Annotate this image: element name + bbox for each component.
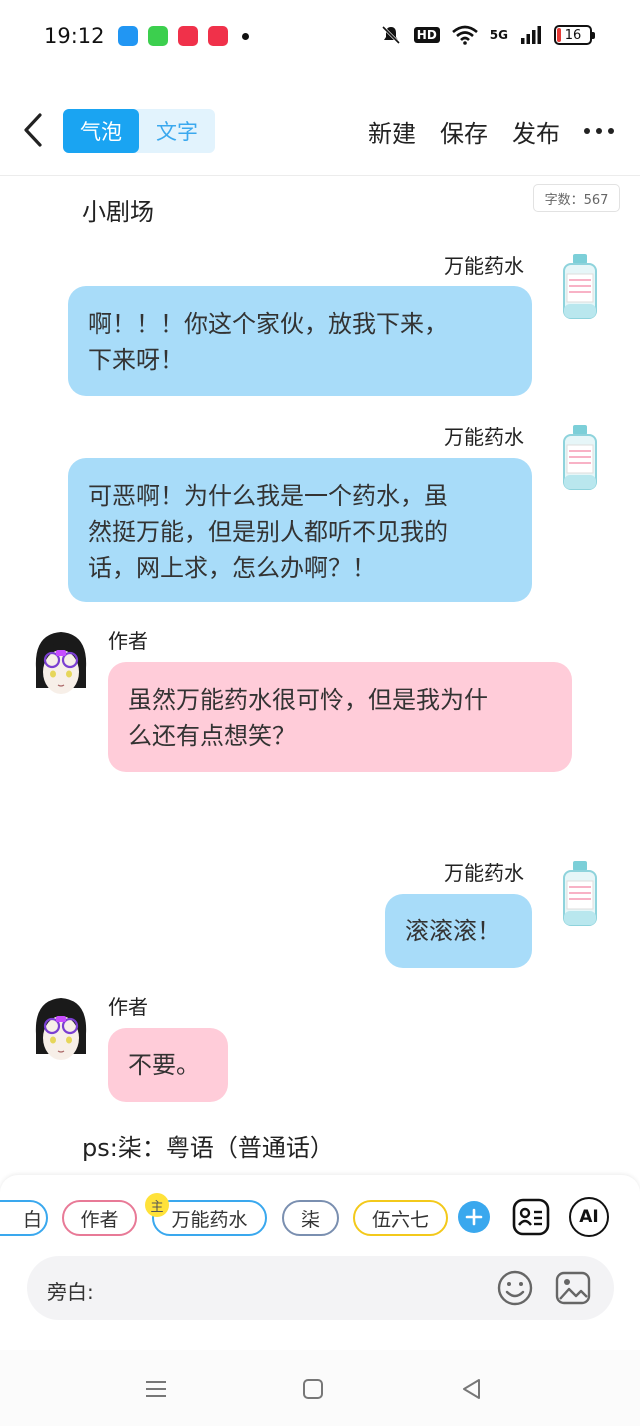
role-chip-author[interactable]: 作者 — [62, 1200, 137, 1236]
message-bubble[interactable]: 可恶啊！为什么我是一个药水，虽 然挺万能，但是别人都听不见我的 话，网上求，怎么… — [68, 458, 532, 602]
toolbar-actions: 新建 保存 发布 — [368, 114, 560, 149]
mute-bell-icon — [381, 25, 400, 45]
emoji-button[interactable] — [495, 1268, 535, 1308]
status-bar: 19:12 HD 5G 16 — [0, 0, 640, 72]
story-title[interactable]: 小剧场 — [82, 192, 154, 227]
add-role-button[interactable] — [458, 1201, 490, 1233]
tab-text[interactable]: 文字 — [139, 109, 215, 153]
divider — [0, 175, 640, 176]
new-button[interactable]: 新建 — [368, 114, 416, 149]
role-card-icon — [512, 1198, 550, 1236]
menu-icon — [146, 1381, 166, 1397]
publish-button[interactable]: 发布 — [512, 114, 560, 149]
role-chip-potion[interactable]: 万能药水 — [152, 1200, 267, 1236]
speaker-name: 万能药水 — [444, 861, 524, 885]
network-type: 5G — [489, 28, 508, 42]
more-options-button[interactable] — [584, 128, 614, 134]
plus-icon — [465, 1208, 483, 1226]
save-button[interactable]: 保存 — [440, 114, 488, 149]
main-role-badge: 主 — [145, 1193, 169, 1217]
potion-bottle-avatar[interactable] — [560, 859, 600, 929]
app-bar: 气泡 文字 新建 保存 发布 — [0, 100, 640, 164]
message-bubble[interactable]: 虽然万能药水很可怜，但是我为什 么还有点想笑？ — [108, 662, 572, 772]
mode-toggle: 气泡 文字 — [63, 109, 215, 153]
status-indicators: HD 5G 16 — [380, 24, 595, 46]
more-notifications-icon — [242, 32, 249, 40]
ai-button[interactable]: AI — [569, 1197, 609, 1237]
app-notification-icon — [148, 26, 168, 46]
chevron-left-icon — [24, 113, 42, 147]
speaker-name: 作者 — [108, 995, 148, 1019]
message-bubble[interactable]: 啊！！！你这个家伙，放我下来， 下来呀！ — [68, 286, 532, 396]
home-square-icon — [303, 1379, 323, 1399]
wifi-icon — [451, 25, 478, 45]
narration-label: 旁白: — [47, 1280, 94, 1304]
author-avatar[interactable] — [30, 628, 92, 700]
speaker-name: 万能药水 — [444, 254, 524, 278]
menu-button[interactable] — [141, 1374, 171, 1404]
app-notification-icon — [118, 26, 138, 46]
image-button[interactable] — [553, 1268, 593, 1308]
back-triangle-icon — [463, 1379, 480, 1399]
word-count-badge: 字数：567 — [533, 184, 620, 212]
notification-icons — [118, 26, 249, 46]
status-time: 19:12 — [44, 24, 105, 48]
ps-note[interactable]: ps:柒：粤语（普通话） — [82, 1128, 334, 1163]
hd-badge: HD — [413, 27, 440, 43]
potion-bottle-avatar[interactable] — [560, 423, 600, 493]
back-button[interactable] — [18, 110, 48, 150]
message-bubble[interactable]: 滚滚滚！ — [385, 894, 532, 968]
battery-icon: 16 — [554, 25, 595, 45]
emoji-icon — [497, 1270, 533, 1306]
image-icon — [555, 1271, 591, 1305]
role-chip-wuliuqi[interactable]: 伍六七 — [353, 1200, 448, 1236]
author-avatar[interactable] — [30, 994, 92, 1066]
app-notification-icon — [208, 26, 228, 46]
role-card-button[interactable] — [511, 1197, 551, 1237]
ai-label: AI — [579, 1207, 599, 1227]
battery-level: 16 — [564, 27, 582, 43]
speaker-name: 作者 — [108, 629, 148, 653]
speaker-name: 万能药水 — [444, 425, 524, 449]
message-bubble[interactable]: 不要。 — [108, 1028, 228, 1102]
nav-back-button[interactable] — [456, 1374, 486, 1404]
system-nav-bar — [0, 1350, 640, 1426]
app-notification-icon — [178, 26, 198, 46]
role-chip-qi[interactable]: 柒 — [282, 1200, 339, 1236]
role-chip-narrator[interactable]: 白 — [0, 1200, 48, 1236]
potion-bottle-avatar[interactable] — [560, 252, 600, 322]
more-horizontal-icon — [584, 128, 590, 134]
signal-icon — [521, 26, 541, 44]
home-button[interactable] — [298, 1374, 328, 1404]
narration-input[interactable]: 旁白: — [27, 1256, 614, 1320]
tab-bubble[interactable]: 气泡 — [63, 109, 139, 153]
